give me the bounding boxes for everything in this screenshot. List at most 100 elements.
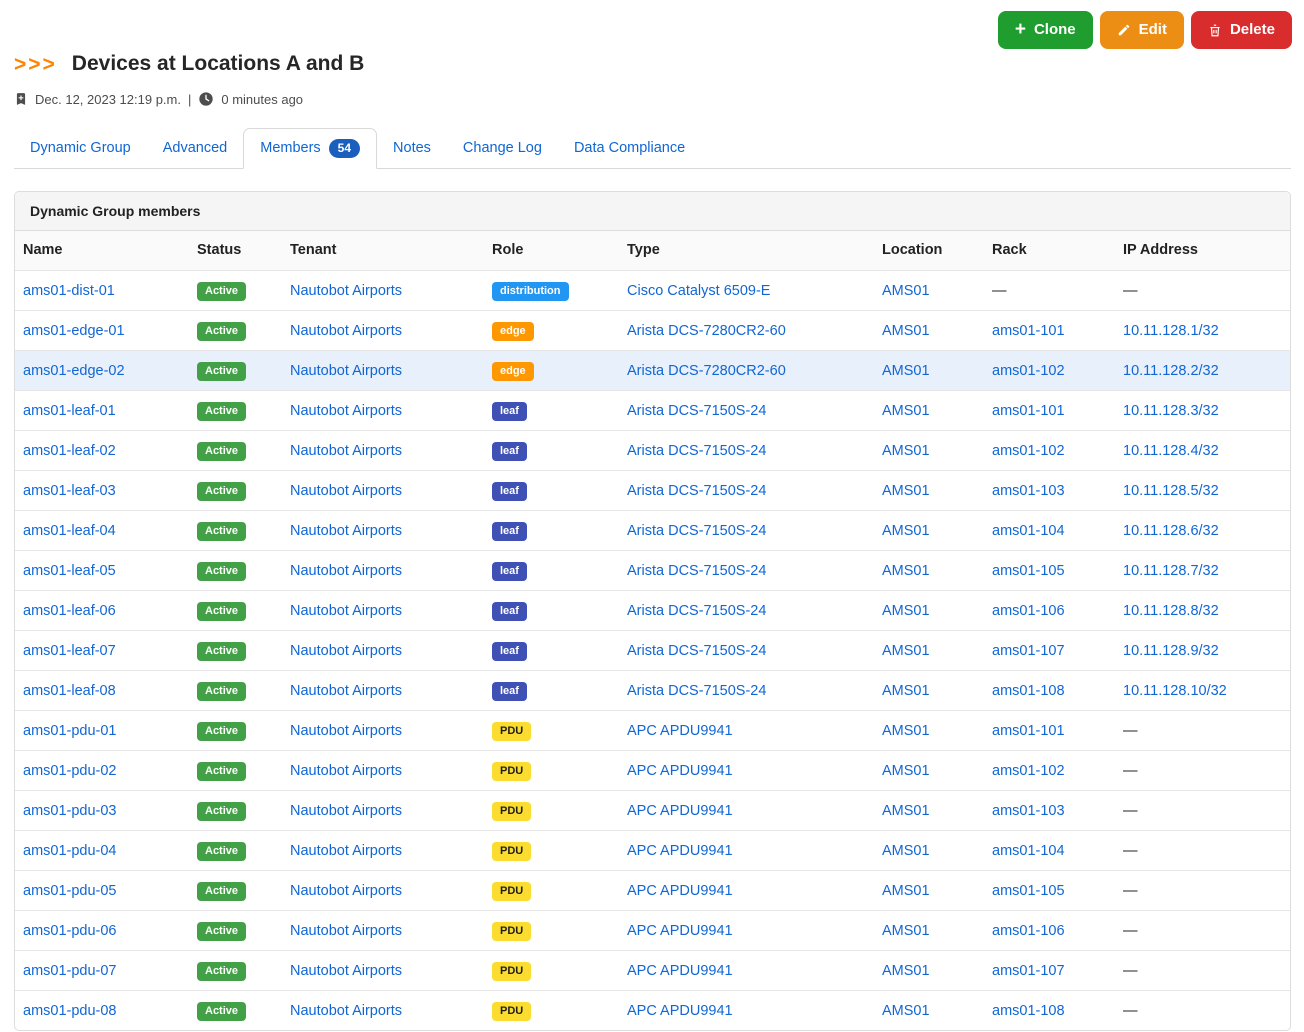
status-badge[interactable]: Active (197, 922, 246, 941)
status-badge[interactable]: Active (197, 602, 246, 621)
tab-advanced[interactable]: Advanced (147, 129, 244, 168)
tenant-link[interactable]: Nautobot Airports (290, 803, 402, 819)
device-name-link[interactable]: ams01-leaf-07 (23, 643, 116, 659)
tab-data-compliance[interactable]: Data Compliance (558, 129, 701, 168)
ip-address-link[interactable]: 10.11.128.2/32 (1123, 363, 1219, 379)
ip-address-link[interactable]: 10.11.128.8/32 (1123, 603, 1219, 619)
location-link[interactable]: AMS01 (882, 563, 930, 579)
ip-address-link[interactable]: 10.11.128.10/32 (1123, 683, 1227, 699)
tenant-link[interactable]: Nautobot Airports (290, 483, 402, 499)
role-badge[interactable]: leaf (492, 682, 527, 701)
tenant-link[interactable]: Nautobot Airports (290, 923, 402, 939)
role-badge[interactable]: leaf (492, 442, 527, 461)
status-badge[interactable]: Active (197, 842, 246, 861)
column-header-name[interactable]: Name (15, 231, 189, 271)
tenant-link[interactable]: Nautobot Airports (290, 963, 402, 979)
column-header-rack[interactable]: Rack (984, 231, 1115, 271)
status-badge[interactable]: Active (197, 1002, 246, 1021)
role-badge[interactable]: PDU (492, 882, 531, 901)
location-link[interactable]: AMS01 (882, 803, 930, 819)
tenant-link[interactable]: Nautobot Airports (290, 563, 402, 579)
device-type-link[interactable]: APC APDU9941 (627, 763, 733, 779)
location-link[interactable]: AMS01 (882, 443, 930, 459)
location-link[interactable]: AMS01 (882, 283, 930, 299)
device-type-link[interactable]: Arista DCS-7280CR2-60 (627, 323, 786, 339)
tenant-link[interactable]: Nautobot Airports (290, 683, 402, 699)
rack-link[interactable]: ams01-103 (992, 483, 1065, 499)
location-link[interactable]: AMS01 (882, 323, 930, 339)
status-badge[interactable]: Active (197, 642, 246, 661)
location-link[interactable]: AMS01 (882, 483, 930, 499)
rack-link[interactable]: ams01-107 (992, 643, 1065, 659)
ip-address-link[interactable]: 10.11.128.9/32 (1123, 643, 1219, 659)
tenant-link[interactable]: Nautobot Airports (290, 523, 402, 539)
device-name-link[interactable]: ams01-dist-01 (23, 283, 115, 299)
ip-address-link[interactable]: 10.11.128.7/32 (1123, 563, 1219, 579)
role-badge[interactable]: PDU (492, 962, 531, 981)
tenant-link[interactable]: Nautobot Airports (290, 323, 402, 339)
role-badge[interactable]: leaf (492, 522, 527, 541)
role-badge[interactable]: leaf (492, 482, 527, 501)
location-link[interactable]: AMS01 (882, 843, 930, 859)
tenant-link[interactable]: Nautobot Airports (290, 403, 402, 419)
column-header-status[interactable]: Status (189, 231, 282, 271)
role-badge[interactable]: PDU (492, 762, 531, 781)
rack-link[interactable]: ams01-103 (992, 803, 1065, 819)
device-type-link[interactable]: Arista DCS-7280CR2-60 (627, 363, 786, 379)
tenant-link[interactable]: Nautobot Airports (290, 723, 402, 739)
role-badge[interactable]: leaf (492, 602, 527, 621)
role-badge[interactable]: leaf (492, 562, 527, 581)
role-badge[interactable]: PDU (492, 922, 531, 941)
column-header-tenant[interactable]: Tenant (282, 231, 484, 271)
device-name-link[interactable]: ams01-leaf-06 (23, 603, 116, 619)
location-link[interactable]: AMS01 (882, 363, 930, 379)
tenant-link[interactable]: Nautobot Airports (290, 1003, 402, 1019)
rack-link[interactable]: ams01-105 (992, 883, 1065, 899)
location-link[interactable]: AMS01 (882, 603, 930, 619)
rack-link[interactable]: ams01-106 (992, 603, 1065, 619)
status-badge[interactable]: Active (197, 362, 246, 381)
rack-link[interactable]: ams01-101 (992, 323, 1065, 339)
role-badge[interactable]: leaf (492, 642, 527, 661)
location-link[interactable]: AMS01 (882, 763, 930, 779)
status-badge[interactable]: Active (197, 482, 246, 501)
device-name-link[interactable]: ams01-leaf-02 (23, 443, 116, 459)
device-type-link[interactable]: APC APDU9941 (627, 963, 733, 979)
tenant-link[interactable]: Nautobot Airports (290, 843, 402, 859)
rack-link[interactable]: ams01-105 (992, 563, 1065, 579)
location-link[interactable]: AMS01 (882, 403, 930, 419)
role-badge[interactable]: edge (492, 322, 534, 341)
device-name-link[interactable]: ams01-leaf-03 (23, 483, 116, 499)
device-type-link[interactable]: Arista DCS-7150S-24 (627, 683, 766, 699)
status-badge[interactable]: Active (197, 522, 246, 541)
device-name-link[interactable]: ams01-leaf-01 (23, 403, 116, 419)
status-badge[interactable]: Active (197, 882, 246, 901)
device-type-link[interactable]: APC APDU9941 (627, 843, 733, 859)
ip-address-link[interactable]: 10.11.128.4/32 (1123, 443, 1219, 459)
role-badge[interactable]: PDU (492, 722, 531, 741)
device-type-link[interactable]: Cisco Catalyst 6509-E (627, 283, 770, 299)
column-header-role[interactable]: Role (484, 231, 619, 271)
status-badge[interactable]: Active (197, 722, 246, 741)
tenant-link[interactable]: Nautobot Airports (290, 443, 402, 459)
column-header-location[interactable]: Location (874, 231, 984, 271)
location-link[interactable]: AMS01 (882, 923, 930, 939)
status-badge[interactable]: Active (197, 442, 246, 461)
tenant-link[interactable]: Nautobot Airports (290, 283, 402, 299)
device-name-link[interactable]: ams01-edge-02 (23, 363, 125, 379)
device-type-link[interactable]: Arista DCS-7150S-24 (627, 563, 766, 579)
device-type-link[interactable]: Arista DCS-7150S-24 (627, 443, 766, 459)
device-name-link[interactable]: ams01-leaf-04 (23, 523, 116, 539)
tab-dynamic-group[interactable]: Dynamic Group (14, 129, 147, 168)
status-badge[interactable]: Active (197, 762, 246, 781)
rack-link[interactable]: ams01-104 (992, 523, 1065, 539)
role-badge[interactable]: leaf (492, 402, 527, 421)
rack-link[interactable]: ams01-106 (992, 923, 1065, 939)
tenant-link[interactable]: Nautobot Airports (290, 883, 402, 899)
location-link[interactable]: AMS01 (882, 963, 930, 979)
rack-link[interactable]: ams01-102 (992, 763, 1065, 779)
rack-link[interactable]: ams01-101 (992, 723, 1065, 739)
ip-address-link[interactable]: 10.11.128.3/32 (1123, 403, 1219, 419)
device-type-link[interactable]: APC APDU9941 (627, 923, 733, 939)
column-header-type[interactable]: Type (619, 231, 874, 271)
